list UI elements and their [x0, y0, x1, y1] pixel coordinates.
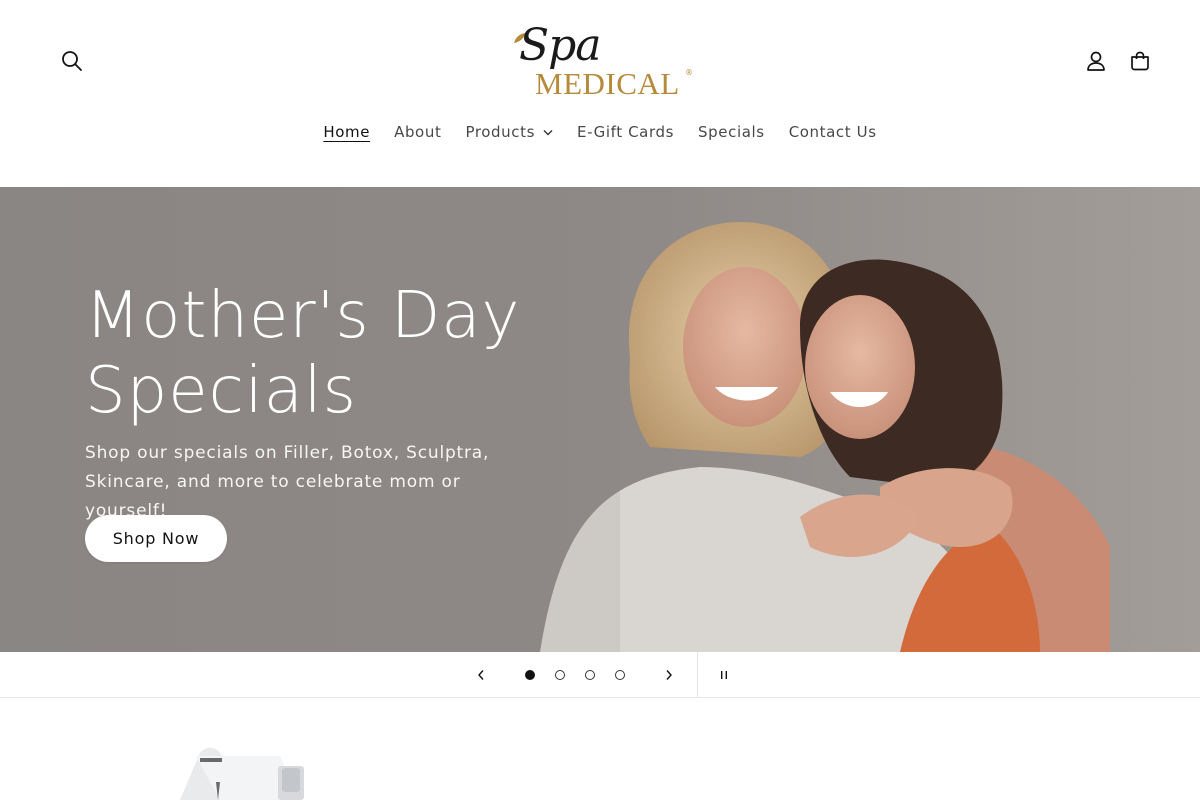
chevron-down-icon — [543, 129, 553, 135]
product-device-image — [180, 747, 304, 800]
logo-text-medical: MEDICAL — [535, 66, 680, 101]
logo-text-spa: Spa — [519, 20, 602, 71]
site-header: Spa MEDICAL ® Home About Products E-Gift… — [0, 0, 1200, 187]
account-icon — [1087, 51, 1105, 71]
logo-registered-mark: ® — [685, 68, 693, 77]
hero-title: Mother's Day Specials — [85, 279, 521, 428]
account-button[interactable] — [1076, 41, 1116, 81]
slide-dot-4[interactable] — [615, 670, 625, 680]
nav-item-contact-us[interactable]: Contact Us — [777, 120, 889, 144]
nav-item-label: Contact Us — [788, 123, 877, 141]
main-nav: Home About Products E-Gift Cards Special… — [0, 120, 1200, 144]
nav-item-e-gift-cards[interactable]: E-Gift Cards — [565, 120, 686, 144]
shop-now-button[interactable]: Shop Now — [85, 515, 227, 562]
nav-item-products[interactable]: Products — [453, 120, 565, 144]
hero-banner: Mother's Day Specials Shop our specials … — [0, 187, 1200, 652]
hero-description: Shop our specials on Filler, Botox, Scul… — [85, 443, 490, 521]
slide-dot-2[interactable] — [555, 670, 565, 680]
nav-item-label: About — [394, 123, 442, 141]
next-slide-button[interactable] — [647, 652, 691, 698]
spa-medical-logo[interactable]: Spa MEDICAL ® — [505, 20, 695, 101]
nav-item-label: Home — [323, 123, 371, 141]
nav-item-label: Products — [465, 123, 536, 141]
slide-dot-3[interactable] — [585, 670, 595, 680]
cart-button[interactable] — [1120, 41, 1160, 81]
search-button[interactable] — [52, 41, 92, 81]
nav-item-label: Specials — [698, 123, 765, 141]
slideshow-controls — [0, 652, 1200, 698]
hero-content: Mother's Day Specials Shop our specials … — [85, 279, 585, 526]
pause-icon — [720, 671, 727, 679]
nav-item-about[interactable]: About — [382, 120, 453, 144]
nav-item-specials[interactable]: Specials — [686, 120, 777, 144]
featured-product-section — [0, 698, 1200, 800]
search-icon — [62, 51, 82, 71]
chevron-left-icon — [478, 670, 484, 680]
chevron-right-icon — [666, 670, 672, 680]
cart-icon — [1131, 51, 1149, 71]
nav-item-home[interactable]: Home — [311, 120, 382, 144]
nav-item-label: E-Gift Cards — [577, 123, 675, 141]
slide-dot-1[interactable] — [525, 670, 535, 680]
previous-slide-button[interactable] — [459, 652, 503, 698]
pause-slideshow-button[interactable] — [697, 652, 749, 698]
